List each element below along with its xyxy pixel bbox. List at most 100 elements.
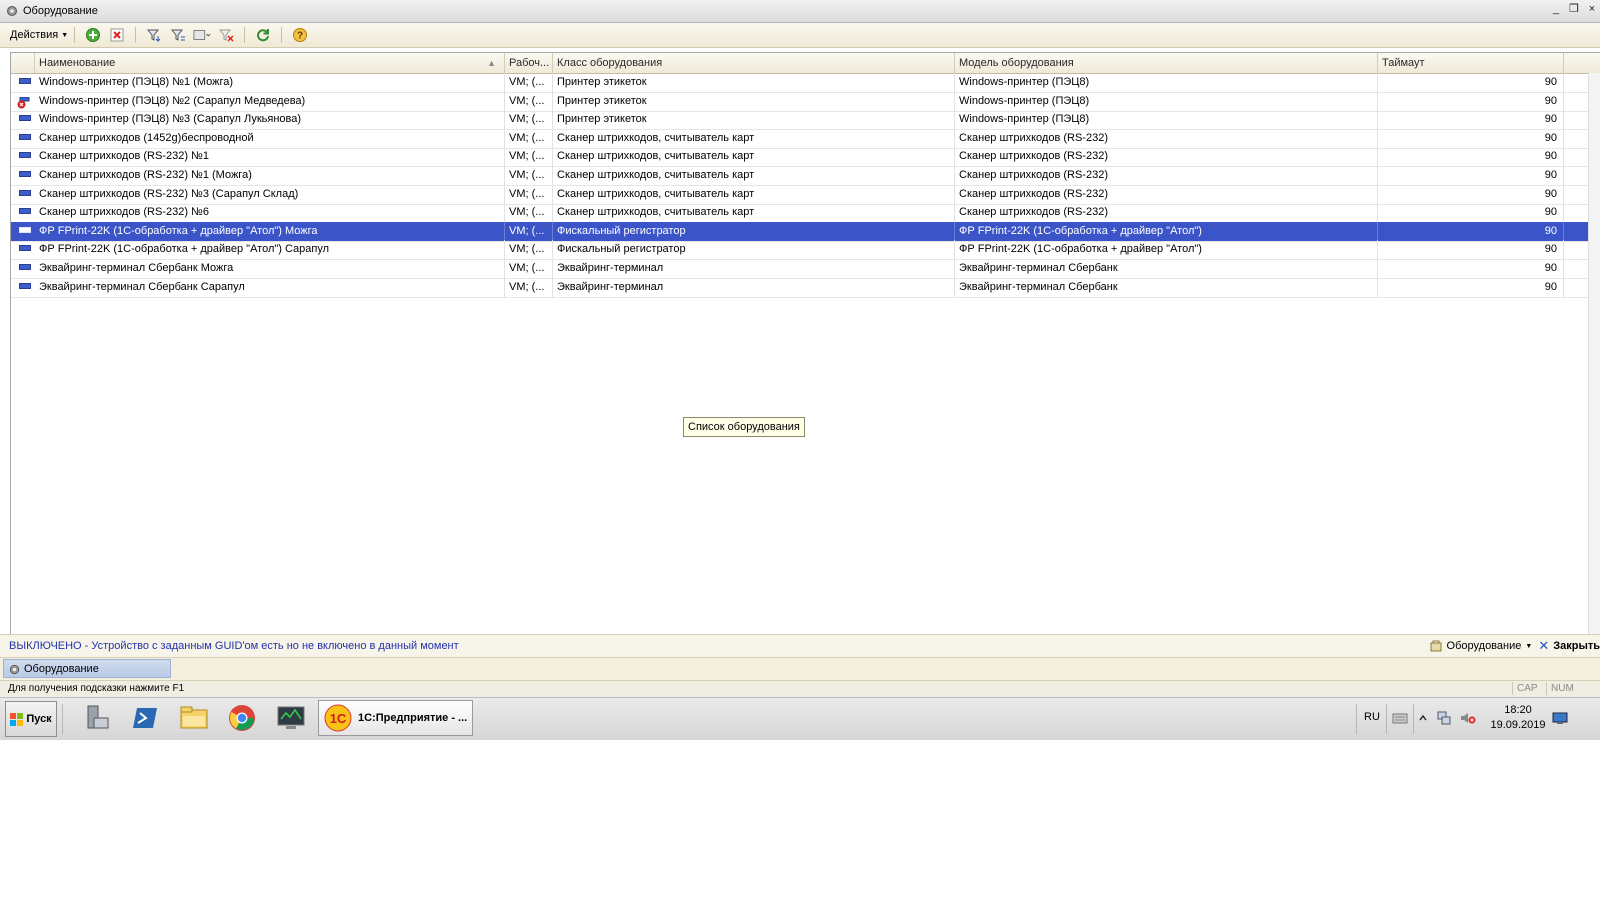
cell-model: Сканер штрихкодов (RS-232) bbox=[955, 184, 1378, 204]
table-header: Наименование ▲ Рабоч... Класс оборудован… bbox=[11, 53, 1600, 74]
table-row[interactable]: Сканер штрихкодов (1452g)беспроводной VM;… bbox=[11, 128, 1600, 149]
cell-name: Эквайринг-терминал Сбербанк Сарапул bbox=[35, 277, 505, 297]
column-header-timeout[interactable]: Таймаут bbox=[1378, 53, 1564, 73]
caps-indicator: CAP bbox=[1512, 682, 1542, 695]
table-row[interactable]: ФР FPrint-22K (1С-обработка + драйвер "А… bbox=[11, 240, 1600, 261]
cell-name: Сканер штрихкодов (RS-232) №6 bbox=[35, 203, 505, 223]
cell-name: Windows-принтер (ПЭЦ8) №1 (Можга) bbox=[35, 73, 505, 92]
cell-name: ФР FPrint-22K (1С-обработка + драйвер "А… bbox=[35, 221, 505, 241]
restore-button[interactable]: ❐ bbox=[1566, 2, 1582, 18]
device-icon bbox=[19, 115, 31, 122]
cell-model: Windows-принтер (ПЭЦ8) bbox=[955, 91, 1378, 111]
gear-icon bbox=[9, 664, 20, 675]
table-row[interactable]: Сканер штрихкодов (RS-232) №1 VM; (... Ска… bbox=[11, 147, 1600, 168]
table-row[interactable]: ФР FPrint-22K (1С-обработка + драйвер "А… bbox=[11, 221, 1600, 242]
delete-icon[interactable] bbox=[108, 26, 126, 44]
chevron-down-icon: ▼ bbox=[1525, 642, 1533, 650]
cell-workstation: VM; (... bbox=[505, 240, 553, 260]
volume-muted-icon[interactable] bbox=[1460, 711, 1476, 725]
clock-time: 18:20 bbox=[1504, 704, 1532, 716]
add-icon[interactable] bbox=[84, 26, 102, 44]
cell-name: Сканер штрихкодов (RS-232) №3 (Сарапул С… bbox=[35, 184, 505, 204]
device-icon bbox=[19, 282, 31, 289]
cell-name: Сканер штрихкодов (RS-232) №1 (Можга) bbox=[35, 166, 505, 185]
filter-dropdown-icon[interactable] bbox=[193, 26, 211, 44]
cell-class: Сканер штрихкодов, считыватель карт bbox=[553, 203, 955, 223]
cell-workstation: VM; (... bbox=[505, 221, 553, 241]
cell-class: Фискальный регистратор bbox=[553, 221, 955, 241]
table-row[interactable]: Windows-принтер (ПЭЦ8) №2 (Сарапул Медве… bbox=[11, 91, 1600, 112]
refresh-icon[interactable] bbox=[254, 26, 272, 44]
table-row[interactable]: Эквайринг-терминал Сбербанк Можга VM; (..… bbox=[11, 259, 1600, 279]
cell-workstation: VM; (... bbox=[505, 147, 553, 167]
table-row[interactable]: Windows-принтер (ПЭЦ8) №3 (Сарапул Лукья… bbox=[11, 110, 1600, 131]
header-icon-column bbox=[11, 53, 35, 73]
info-actions: Оборудование ▼ ✕ Закрыть bbox=[1429, 635, 1600, 657]
cell-timeout: 90 bbox=[1378, 240, 1564, 260]
tooltip: Список оборудования bbox=[683, 417, 805, 437]
taskbar-1c-enterprise[interactable]: 1С 1С:Предприятие - ... bbox=[318, 700, 473, 736]
device-error-icon bbox=[17, 96, 30, 109]
status-hint: Для получения подсказки нажмите F1 bbox=[8, 683, 185, 694]
cell-model: ФР FPrint-22K (1С-обработка + драйвер "А… bbox=[955, 240, 1378, 260]
vertical-scrollbar[interactable] bbox=[1588, 73, 1600, 641]
help-icon[interactable]: ? bbox=[291, 26, 309, 44]
column-header-class[interactable]: Класс оборудования bbox=[553, 53, 955, 73]
column-header-workstation[interactable]: Рабоч... bbox=[505, 53, 553, 73]
equipment-menu-button[interactable]: Оборудование ▼ bbox=[1429, 639, 1533, 653]
table-row[interactable]: Сканер штрихкодов (RS-232) №6 VM; (... Ска… bbox=[11, 203, 1600, 224]
window-controls: _ ❐ × bbox=[1548, 2, 1600, 18]
cell-timeout: 90 bbox=[1378, 147, 1564, 167]
show-desktop-icon[interactable] bbox=[1552, 711, 1568, 725]
table-row[interactable]: Windows-принтер (ПЭЦ8) №1 (Можга) VM; (..… bbox=[11, 73, 1600, 93]
task-manager-icon[interactable] bbox=[271, 701, 311, 735]
cell-workstation: VM; (... bbox=[505, 166, 553, 185]
column-header-model[interactable]: Модель оборудования bbox=[955, 53, 1378, 73]
filter-clear-icon[interactable] bbox=[217, 26, 235, 44]
actions-menu[interactable]: Действия ▼ bbox=[10, 29, 68, 41]
cell-timeout: 90 bbox=[1378, 277, 1564, 297]
cell-workstation: VM; (... bbox=[505, 73, 553, 92]
file-explorer-icon[interactable] bbox=[174, 701, 214, 735]
powershell-icon[interactable] bbox=[125, 701, 165, 735]
clock[interactable]: 18:20 19.09.2019 bbox=[1488, 703, 1548, 733]
cell-class: Фискальный регистратор bbox=[553, 240, 955, 260]
column-header-name[interactable]: Наименование ▲ bbox=[35, 53, 505, 73]
cell-class: Эквайринг-терминал bbox=[553, 259, 955, 278]
tray-separator bbox=[1356, 704, 1357, 734]
start-button[interactable]: Пуск bbox=[5, 701, 57, 737]
filter-set-icon[interactable] bbox=[145, 26, 163, 44]
cell-class: Принтер этикеток bbox=[553, 91, 955, 111]
cell-model: Сканер штрихкодов (RS-232) bbox=[955, 147, 1378, 167]
status-bar: Для получения подсказки нажмите F1 CAP N… bbox=[0, 681, 1600, 698]
show-hidden-icons-icon[interactable] bbox=[1418, 711, 1434, 725]
table-row[interactable]: Сканер штрихкодов (RS-232) №1 (Можга) VM;… bbox=[11, 166, 1600, 186]
window-tab-equipment[interactable]: Оборудование bbox=[3, 659, 171, 678]
chrome-icon[interactable] bbox=[222, 701, 262, 735]
table-row[interactable]: Сканер штрихкодов (RS-232) №3 (Сарапул С… bbox=[11, 184, 1600, 205]
toolbar-separator bbox=[135, 27, 137, 43]
cell-model: Эквайринг-терминал Сбербанк bbox=[955, 259, 1378, 278]
server-manager-icon[interactable] bbox=[76, 701, 116, 735]
command-toolbar: Действия ▼ ? bbox=[0, 23, 1600, 48]
device-icon bbox=[19, 152, 31, 159]
cell-workstation: VM; (... bbox=[505, 110, 553, 130]
close-window-button[interactable]: × bbox=[1584, 2, 1600, 18]
language-indicator[interactable]: RU bbox=[1364, 711, 1380, 723]
table-row[interactable]: Эквайринг-терминал Сбербанк Сарапул VM; (… bbox=[11, 277, 1600, 298]
cell-timeout: 90 bbox=[1378, 73, 1564, 92]
gear-icon bbox=[7, 6, 17, 16]
cell-class: Сканер штрихкодов, считыватель карт bbox=[553, 166, 955, 185]
close-button[interactable]: ✕ Закрыть bbox=[1538, 638, 1600, 654]
keyboard-icon[interactable] bbox=[1392, 711, 1408, 725]
filter-list-icon[interactable] bbox=[169, 26, 187, 44]
cell-timeout: 90 bbox=[1378, 221, 1564, 241]
cell-class: Принтер этикеток bbox=[553, 110, 955, 130]
cell-class: Принтер этикеток bbox=[553, 73, 955, 92]
cell-timeout: 90 bbox=[1378, 166, 1564, 185]
device-icon bbox=[19, 264, 31, 270]
network-icon[interactable] bbox=[1436, 711, 1452, 725]
device-icon bbox=[19, 189, 31, 196]
minimize-button[interactable]: _ bbox=[1548, 2, 1564, 18]
cell-model: Эквайринг-терминал Сбербанк bbox=[955, 277, 1378, 297]
